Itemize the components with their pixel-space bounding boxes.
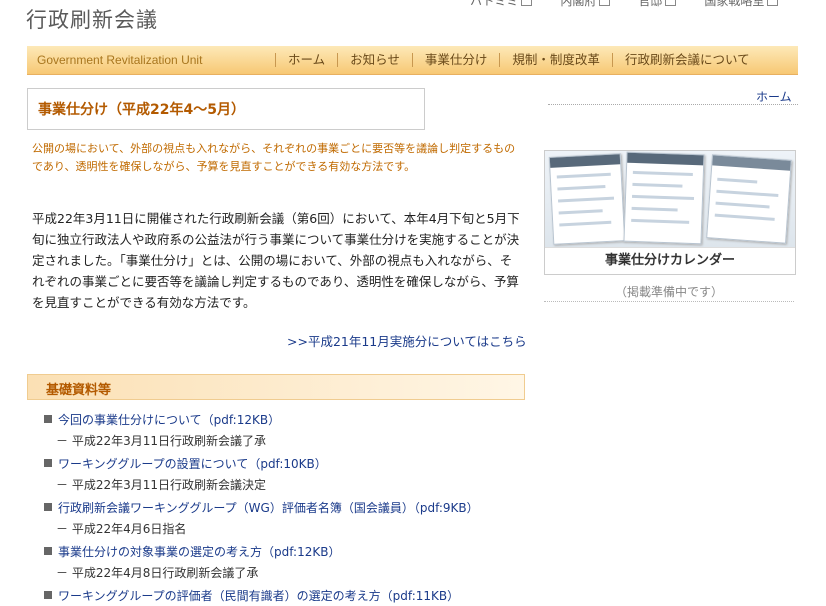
top-links: ハトミミ 内閣府 官邸 国家戦略室 xyxy=(470,0,779,9)
divider xyxy=(548,104,798,105)
unit-name: Government Revitalization Unit xyxy=(37,53,203,67)
nav-item-jigyo-shiwake[interactable]: 事業仕分け xyxy=(411,53,500,67)
document-note: － 平成22年4月8日行政刷新会議了承 xyxy=(56,566,259,580)
top-link-cabinet-office[interactable]: 内閣府 xyxy=(560,0,611,9)
calendar-page-image xyxy=(548,153,626,245)
site-title[interactable]: 行政刷新会議 xyxy=(26,4,158,34)
calendar-caption: 事業仕分けカレンダー xyxy=(545,247,795,274)
list-item: ワーキンググループの評価者（民間有識者）の選定の考え方（pdf:11KB） xyxy=(44,584,564,606)
bullet-square-icon xyxy=(44,591,52,599)
bullet-square-icon xyxy=(44,415,52,423)
nav-item-about[interactable]: 行政刷新会議について xyxy=(611,53,762,67)
global-nav: Government Revitalization Unit ホーム お知らせ … xyxy=(27,46,798,75)
top-link-kantei[interactable]: 官邸 xyxy=(638,0,677,9)
document-title: 今回の事業仕分けについて（pdf:12KB） xyxy=(58,412,281,427)
top-link-label: ハトミミ xyxy=(470,0,519,8)
page-title: 事業仕分け（平成22年4〜5月） xyxy=(38,102,245,118)
nav-item-news[interactable]: お知らせ xyxy=(337,53,412,67)
document-link[interactable]: ワーキンググループの評価者（民間有識者）の選定の考え方（pdf:11KB） xyxy=(44,584,564,606)
external-link-icon xyxy=(665,0,677,6)
top-link-label: 官邸 xyxy=(638,0,663,8)
section-header: 基礎資料等 xyxy=(27,374,525,400)
document-link[interactable]: 事業仕分けの対象事業の選定の考え方（pdf:12KB） xyxy=(44,540,564,562)
top-link-hatomimi[interactable]: ハトミミ xyxy=(470,0,533,9)
previous-session-link[interactable]: >>平成21年11月実施分についてはこちら xyxy=(287,331,527,350)
document-title: 行政刷新会議ワーキンググループ（WG）評価者名簿（国会議員）（pdf:9KB） xyxy=(58,500,479,515)
list-item: 行政刷新会議ワーキンググループ（WG）評価者名簿（国会議員）（pdf:9KB） … xyxy=(44,496,564,540)
page-heading-box: 事業仕分け（平成22年4〜5月） xyxy=(27,88,425,130)
calendar-page-image xyxy=(706,154,792,244)
document-list: 今回の事業仕分けについて（pdf:12KB） － 平成22年3月11日行政刷新会… xyxy=(44,408,564,606)
external-link-icon xyxy=(767,0,779,6)
list-item: 今回の事業仕分けについて（pdf:12KB） － 平成22年3月11日行政刷新会… xyxy=(44,408,564,452)
document-note: － 平成22年3月11日行政刷新会議決定 xyxy=(56,478,266,492)
document-title: ワーキンググループの評価者（民間有識者）の選定の考え方（pdf:11KB） xyxy=(58,588,460,603)
nav-item-home[interactable]: ホーム xyxy=(275,53,337,67)
calendar-page-image xyxy=(623,151,705,245)
nav-item-regulatory-reform[interactable]: 規制・制度改革 xyxy=(499,53,612,67)
list-item: ワーキンググループの設置について（pdf:10KB） － 平成22年3月11日行… xyxy=(44,452,564,496)
list-item: 事業仕分けの対象事業の選定の考え方（pdf:12KB） － 平成22年4月8日行… xyxy=(44,540,564,584)
external-link-icon xyxy=(599,0,611,6)
document-title: 事業仕分けの対象事業の選定の考え方（pdf:12KB） xyxy=(58,544,341,559)
body-text: 平成22年3月11日に開催された行政刷新会議（第6回）において、本年4月下旬と5… xyxy=(32,211,520,310)
document-link[interactable]: 行政刷新会議ワーキンググループ（WG）評価者名簿（国会議員）（pdf:9KB） xyxy=(44,496,564,518)
top-link-national-strategy[interactable]: 国家戦略室 xyxy=(704,0,779,9)
external-link-icon xyxy=(521,0,533,6)
bullet-square-icon xyxy=(44,459,52,467)
divider xyxy=(544,301,794,302)
home-link[interactable]: ホーム xyxy=(756,88,792,105)
top-link-label: 内閣府 xyxy=(560,0,597,8)
bullet-square-icon xyxy=(44,547,52,555)
intro-text: 公開の場において、外部の視点も入れながら、それぞれの事業ごとに要否等を議論し判定… xyxy=(32,142,516,173)
bullet-square-icon xyxy=(44,503,52,511)
document-link[interactable]: ワーキンググループの設置について（pdf:10KB） xyxy=(44,452,564,474)
document-note: － 平成22年3月11日行政刷新会議了承 xyxy=(56,434,266,448)
calendar-thumbnail xyxy=(545,151,795,247)
top-link-label: 国家戦略室 xyxy=(704,0,765,8)
document-title: ワーキンググループの設置について（pdf:10KB） xyxy=(58,456,327,471)
calendar-banner[interactable]: 事業仕分けカレンダー xyxy=(544,150,796,275)
section-title: 基礎資料等 xyxy=(46,383,112,398)
document-link[interactable]: 今回の事業仕分けについて（pdf:12KB） xyxy=(44,408,564,430)
document-note: － 平成22年4月6日指名 xyxy=(56,522,187,536)
calendar-note: （掲載準備中です） xyxy=(614,285,723,299)
